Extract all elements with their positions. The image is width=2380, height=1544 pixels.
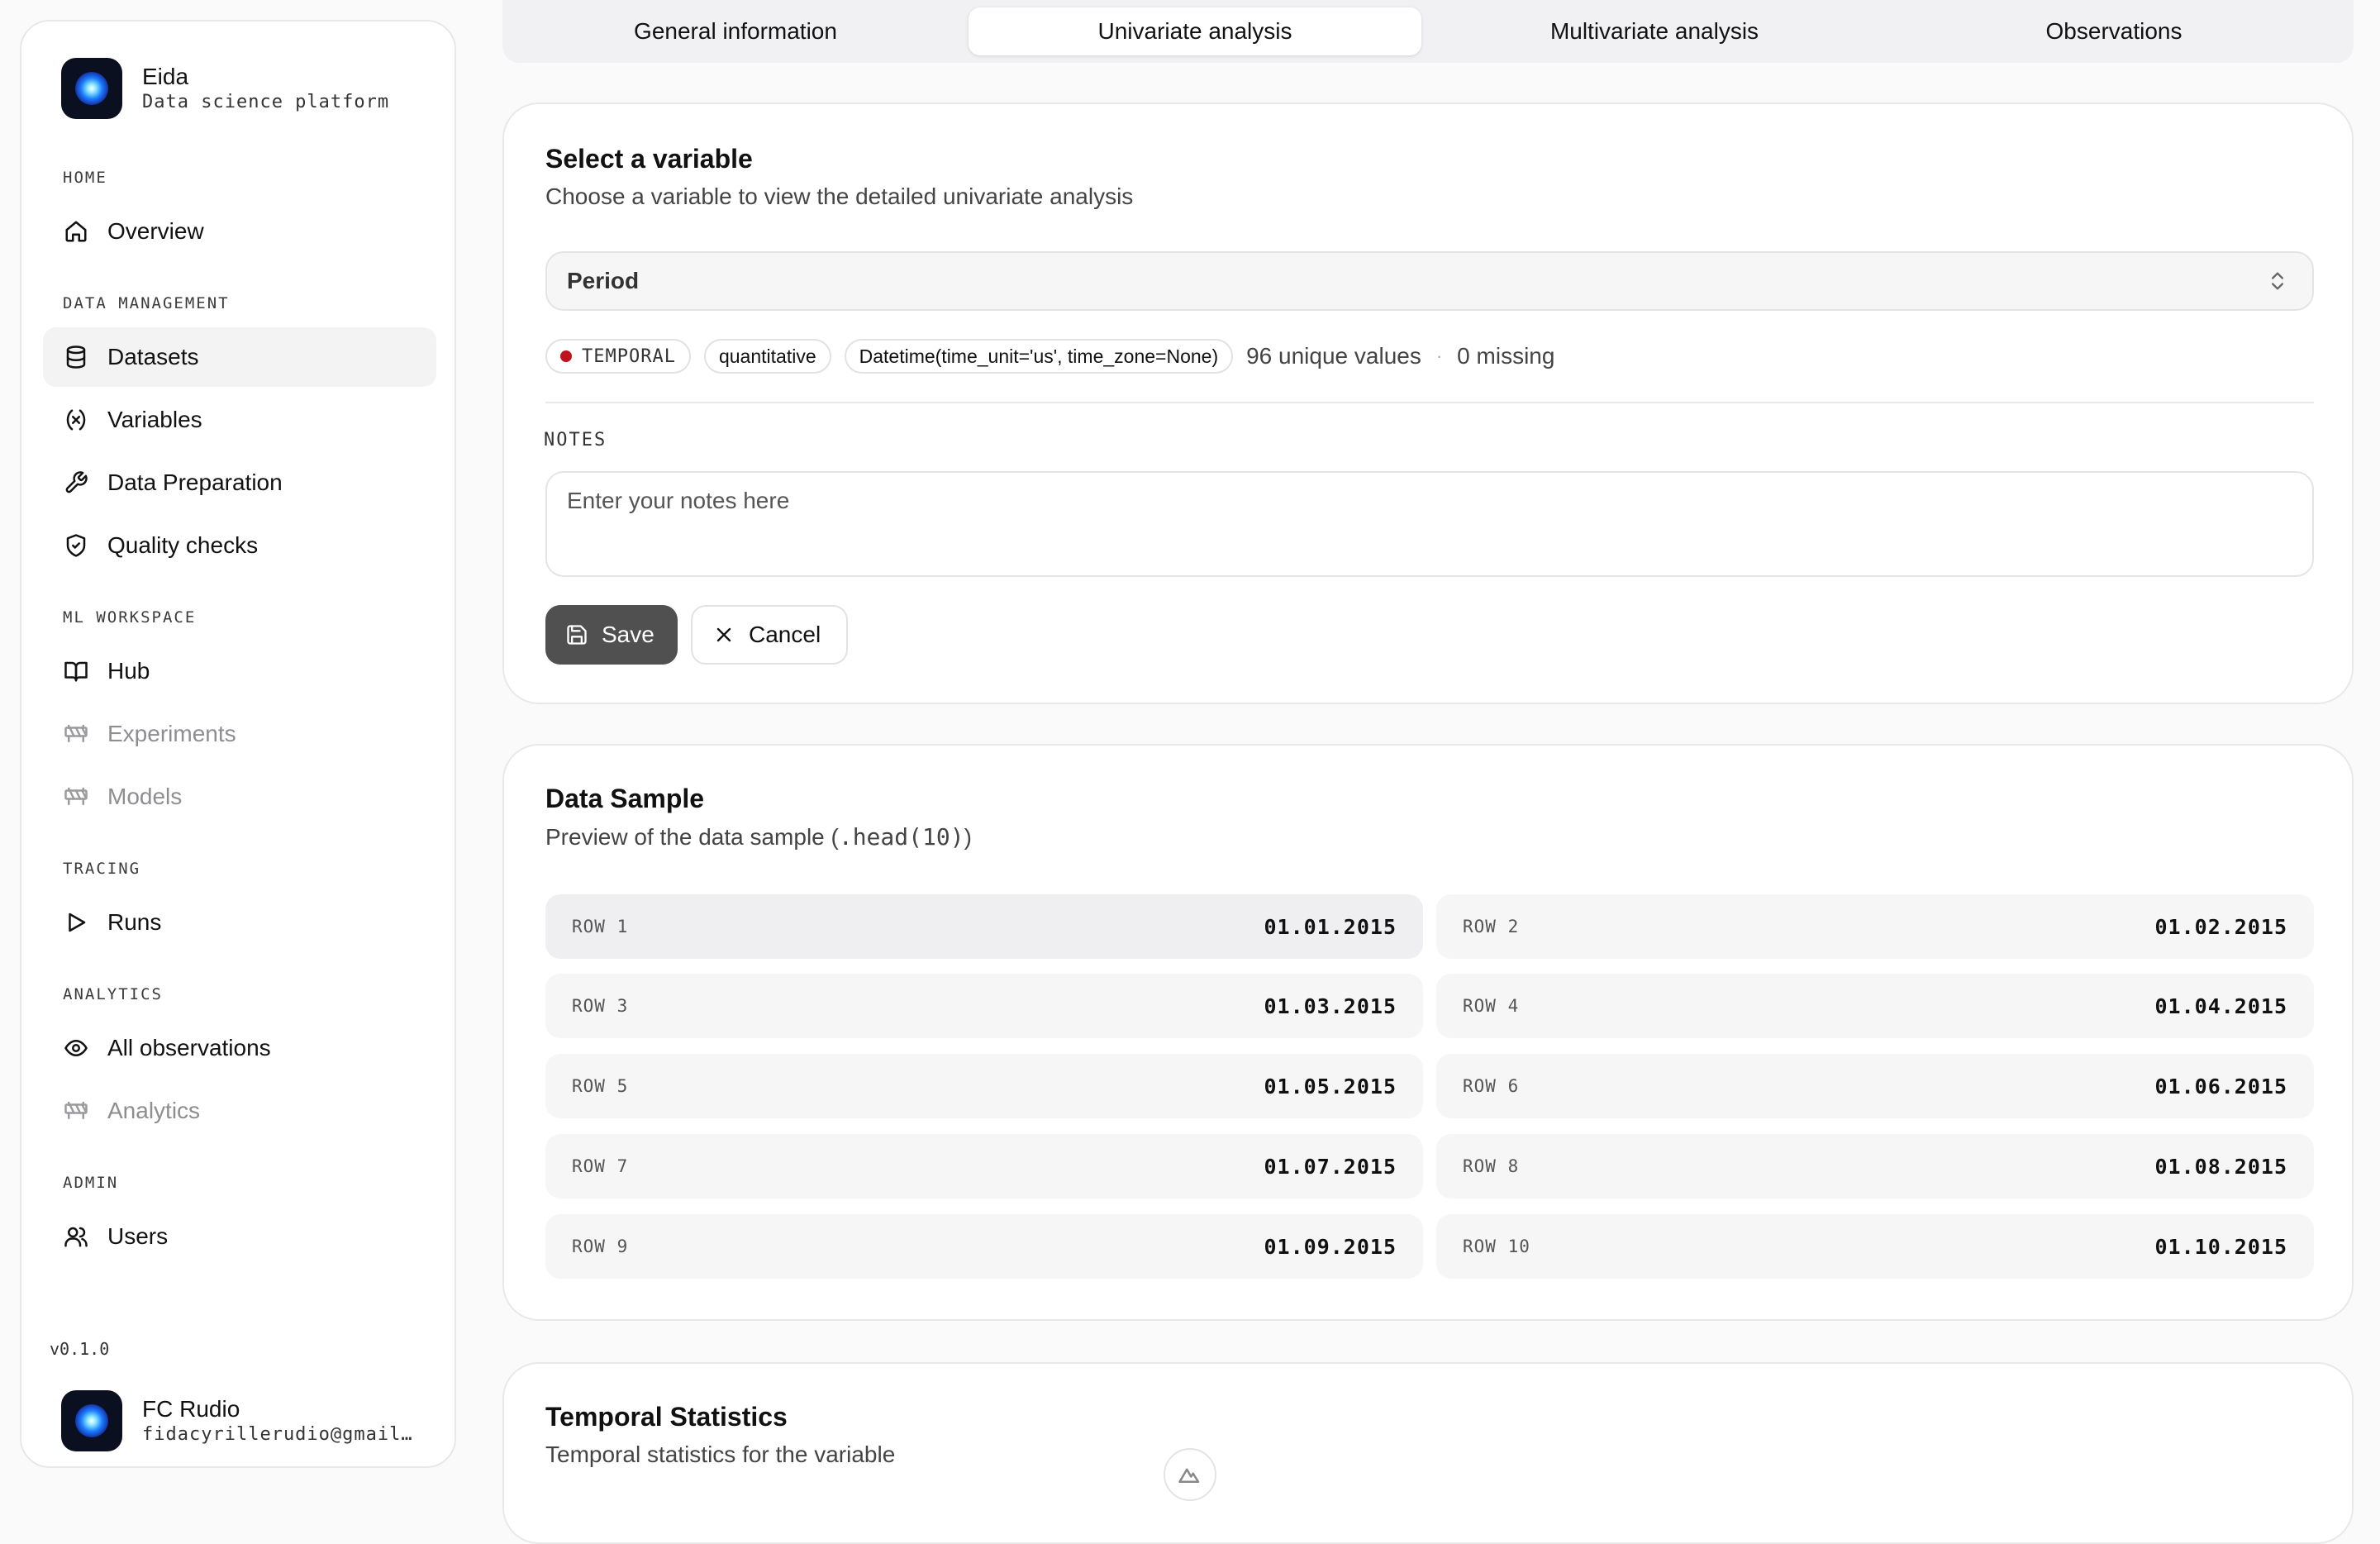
sidebar-item-label: Datasets — [107, 344, 199, 369]
sample-row: ROW 10 01.10.2015 — [1436, 1214, 2314, 1279]
brand-name: Eida — [142, 64, 189, 89]
notes-textarea[interactable] — [545, 471, 2314, 577]
kind-badge-label: TEMPORAL — [582, 345, 676, 367]
book-open-icon — [60, 659, 93, 684]
user-name: FC Rudio — [142, 1396, 240, 1422]
sample-row: ROW 2 01.02.2015 — [1436, 894, 2314, 959]
status-dot — [560, 350, 572, 362]
card-title: Temporal Statistics — [545, 1402, 788, 1432]
users-icon — [60, 1224, 93, 1249]
sidebar-item-label: Models — [107, 784, 183, 809]
missing-count: 0 missing — [1457, 343, 1555, 369]
construction-icon — [60, 784, 93, 809]
sidebar-item-label: Overview — [107, 218, 204, 244]
tab-bar: General information Univariate analysis … — [502, 0, 2354, 63]
data-sample-card: Data Sample Preview of the data sample (… — [502, 744, 2354, 1321]
save-label: Save — [602, 622, 654, 647]
sidebar-item-data-preparation[interactable]: Data Preparation — [43, 453, 436, 512]
section-home: HOME — [63, 169, 107, 187]
section-data-management: DATA MANAGEMENT — [63, 294, 230, 312]
sidebar-item-label: Analytics — [107, 1098, 201, 1123]
card-subtitle: Choose a variable to view the detailed u… — [545, 183, 1134, 209]
sidebar-item-label: Experiments — [107, 721, 236, 746]
sidebar-item-label: Variables — [107, 407, 202, 432]
sidebar-item-datasets[interactable]: Datasets — [43, 327, 436, 387]
select-variable-card: Select a variable Choose a variable to v… — [502, 102, 2354, 704]
meta-separator: · — [1435, 345, 1443, 366]
construction-icon — [60, 722, 93, 746]
sidebar-item-analytics[interactable]: Analytics — [43, 1081, 436, 1141]
brand-subtitle: Data science platform — [142, 92, 390, 112]
devtools-toggle-button[interactable] — [1164, 1448, 1216, 1501]
temporal-statistics-card: Temporal Statistics Temporal statistics … — [502, 1362, 2354, 1544]
cancel-button[interactable]: Cancel — [691, 605, 848, 665]
construction-icon — [60, 1098, 93, 1123]
user-profile[interactable]: FC Rudio fidacyrillerudio@gmail.com — [61, 1390, 415, 1451]
tab-general-information[interactable]: General information — [509, 7, 962, 55]
tab-multivariate-analysis[interactable]: Multivariate analysis — [1428, 7, 1881, 55]
card-subtitle: Preview of the data sample (.head(10)) — [545, 823, 972, 851]
selected-variable: Period — [567, 268, 640, 293]
save-icon — [565, 623, 588, 646]
sidebar-item-label: All observations — [107, 1035, 271, 1060]
sample-row: ROW 8 01.08.2015 — [1436, 1134, 2314, 1199]
database-icon — [60, 345, 93, 369]
sidebar-item-label: Runs — [107, 909, 162, 935]
sample-row: ROW 6 01.06.2015 — [1436, 1054, 2314, 1118]
chevrons-up-down-icon — [2266, 269, 2289, 293]
section-tracing: TRACING — [63, 860, 141, 878]
sample-row: ROW 7 01.07.2015 — [545, 1134, 1423, 1199]
sidebar-item-label: Quality checks — [107, 532, 259, 558]
variable-icon — [60, 407, 93, 432]
variable-select[interactable]: Period — [545, 251, 2314, 311]
sample-row: ROW 5 01.05.2015 — [545, 1054, 1423, 1118]
close-icon — [712, 623, 735, 646]
card-subtitle: Temporal statistics for the variable — [545, 1442, 896, 1467]
sidebar: Eida Data science platform HOME Overview… — [20, 20, 456, 1468]
sidebar-item-hub[interactable]: Hub — [43, 641, 436, 701]
mountain-logo-icon — [1178, 1462, 1202, 1487]
kind-badge: TEMPORAL — [545, 339, 691, 374]
sidebar-item-models[interactable]: Models — [43, 767, 436, 827]
divider — [545, 402, 2314, 403]
wrench-icon — [60, 470, 93, 495]
sample-row: ROW 9 01.09.2015 — [545, 1214, 1423, 1279]
brand-logo — [61, 58, 122, 119]
user-email: fidacyrillerudio@gmail.com — [142, 1424, 415, 1445]
section-analytics: ANALYTICS — [63, 985, 163, 1003]
notes-label: NOTES — [544, 430, 607, 450]
sidebar-item-all-observations[interactable]: All observations — [43, 1018, 436, 1078]
sidebar-item-variables[interactable]: Variables — [43, 390, 436, 450]
eye-icon — [60, 1036, 93, 1060]
brand[interactable]: Eida Data science platform — [61, 58, 389, 119]
shield-check-icon — [60, 533, 93, 558]
play-icon — [60, 910, 93, 935]
sample-row: ROW 1 01.01.2015 — [545, 894, 1423, 959]
section-admin: ADMIN — [63, 1174, 119, 1192]
sidebar-item-label: Data Preparation — [107, 469, 283, 495]
sidebar-item-quality-checks[interactable]: Quality checks — [43, 516, 436, 575]
cancel-label: Cancel — [749, 622, 821, 647]
variable-meta: TEMPORAL quantitative Datetime(time_unit… — [545, 339, 1554, 374]
unique-values: 96 unique values — [1246, 343, 1421, 369]
avatar — [61, 1390, 122, 1451]
sidebar-item-overview[interactable]: Overview — [43, 202, 436, 261]
section-ml-workspace: ML WORKSPACE — [63, 608, 197, 627]
app-version: v0.1.0 — [50, 1339, 110, 1359]
tab-observations[interactable]: Observations — [1887, 7, 2340, 55]
save-button[interactable]: Save — [545, 605, 678, 665]
sidebar-item-users[interactable]: Users — [43, 1207, 436, 1266]
sidebar-item-label: Hub — [107, 658, 150, 684]
sample-row: ROW 4 01.04.2015 — [1436, 974, 2314, 1038]
sidebar-item-experiments[interactable]: Experiments — [43, 704, 436, 764]
measure-badge: quantitative — [703, 339, 831, 374]
card-title: Select a variable — [545, 144, 753, 174]
sidebar-item-runs[interactable]: Runs — [43, 893, 436, 952]
tab-univariate-analysis[interactable]: Univariate analysis — [969, 7, 1421, 55]
home-icon — [60, 219, 93, 244]
dtype-badge: Datetime(time_unit='us', time_zone=None) — [844, 339, 1234, 374]
sample-row: ROW 3 01.03.2015 — [545, 974, 1423, 1038]
card-title: Data Sample — [545, 784, 705, 813]
sidebar-item-label: Users — [107, 1223, 169, 1249]
